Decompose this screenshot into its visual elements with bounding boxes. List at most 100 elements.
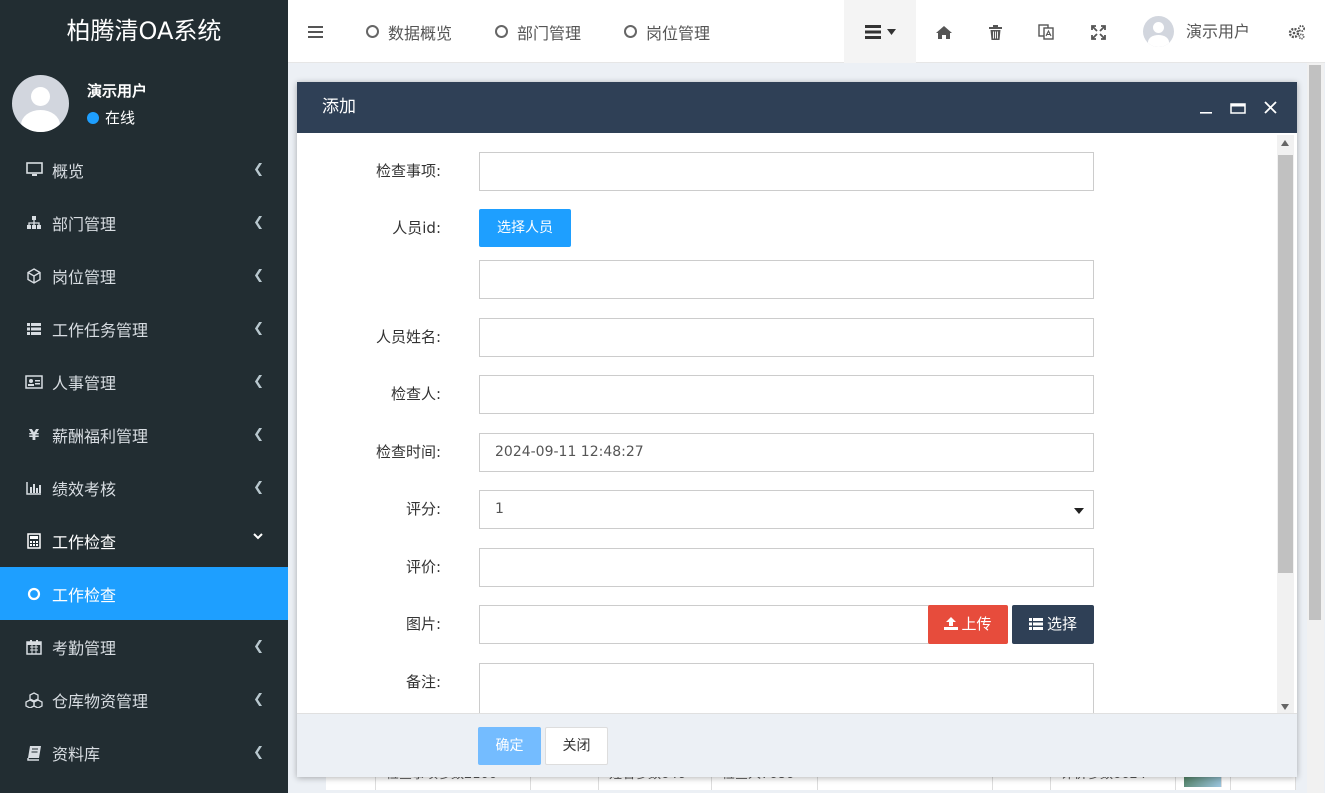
maximize-button[interactable] xyxy=(1229,99,1247,117)
user-name: 演示用户 xyxy=(87,82,148,100)
chevron-left-icon: ❮ xyxy=(253,215,264,230)
upload-label: 上传 xyxy=(961,615,992,633)
confirm-button[interactable]: 确定 xyxy=(478,727,541,765)
sidebar-item-work-check[interactable]: 工作检查 xyxy=(0,567,288,620)
menu-toggle-button[interactable] xyxy=(308,0,323,63)
sidebar-item-work-task[interactable]: 工作任务管理 ❮ xyxy=(0,302,288,355)
tab-data-overview[interactable]: 数据概览 xyxy=(366,0,452,63)
chevron-left-icon: ❮ xyxy=(253,374,264,389)
home-button[interactable] xyxy=(934,22,954,42)
circle-icon xyxy=(495,25,508,38)
sidebar-menu: 概览 ❮ 部门管理 ❮ 岗位管理 ❮ 工作任务管理 ❮ 人事管理 ❮ ¥ 薪酬福… xyxy=(0,143,288,779)
chevron-left-icon: ❮ xyxy=(253,480,264,495)
fullscreen-button[interactable] xyxy=(1088,22,1108,42)
sidebar-item-library[interactable]: 资料库 ❮ xyxy=(0,726,288,779)
yen-icon: ¥ xyxy=(28,425,40,444)
dialog-body: 检查事项: 人员id: 选择人员 人员姓名: 检查人: 检查时间: 2024-0… xyxy=(297,133,1297,713)
online-dot-icon xyxy=(87,111,99,124)
settings-button[interactable] xyxy=(1287,22,1307,42)
checker-label: 检查人: xyxy=(390,385,441,403)
circle-icon xyxy=(624,25,637,38)
image-label: 图片: xyxy=(405,615,441,633)
sitemap-icon xyxy=(25,214,43,232)
person-id-input[interactable] xyxy=(479,260,1094,299)
circle-icon xyxy=(366,25,379,38)
topbar-user-avatar[interactable] xyxy=(1143,16,1174,47)
chevron-left-icon: ❮ xyxy=(253,745,264,760)
remark-label: 备注: xyxy=(405,673,441,691)
sidebar-item-position[interactable]: 岗位管理 ❮ xyxy=(0,249,288,302)
sidebar-item-work-check-group[interactable]: 工作检查 xyxy=(0,514,288,567)
sidebar-item-label: 工作任务管理 xyxy=(52,320,149,340)
user-status: 在线 xyxy=(87,107,135,128)
sidebar-item-label: 仓库物资管理 xyxy=(52,691,149,711)
sidebar-item-department[interactable]: 部门管理 ❮ xyxy=(0,196,288,249)
check-item-input[interactable] xyxy=(479,152,1094,191)
expand-icon xyxy=(1090,24,1106,40)
dialog-header[interactable]: 添加 xyxy=(297,82,1297,133)
app-logo-title: 柏腾清OA系统 xyxy=(0,0,288,63)
sidebar-item-label: 概览 xyxy=(52,161,85,181)
image-input[interactable] xyxy=(479,605,931,644)
close-button[interactable] xyxy=(1261,99,1279,117)
chevron-left-icon: ❮ xyxy=(253,268,264,283)
clear-cache-button[interactable] xyxy=(985,22,1005,42)
sidebar-item-performance[interactable]: 绩效考核 ❮ xyxy=(0,461,288,514)
chevron-left-icon: ❮ xyxy=(253,321,264,336)
sidebar-item-warehouse[interactable]: 仓库物资管理 ❮ xyxy=(0,673,288,726)
sidebar-item-overview[interactable]: 概览 ❮ xyxy=(0,143,288,196)
evaluation-input[interactable] xyxy=(479,548,1094,587)
upload-icon xyxy=(944,617,959,630)
bar-chart-icon xyxy=(25,479,43,497)
person-id-label: 人员id: xyxy=(392,219,441,237)
score-select[interactable]: 1 xyxy=(479,490,1094,529)
check-time-input[interactable]: 2024-09-11 12:48:27 xyxy=(479,433,1094,472)
tab-label: 岗位管理 xyxy=(646,23,711,43)
checker-input[interactable] xyxy=(479,375,1094,414)
scroll-up-icon[interactable] xyxy=(1281,140,1289,146)
minimize-button[interactable] xyxy=(1197,99,1215,117)
tab-position[interactable]: 岗位管理 xyxy=(624,0,710,63)
tab-department[interactable]: 部门管理 xyxy=(495,0,581,63)
dialog-title: 添加 xyxy=(322,97,356,117)
select-person-button[interactable]: 选择人员 xyxy=(479,209,571,247)
scroll-down-icon[interactable] xyxy=(1281,704,1289,710)
sidebar-item-salary[interactable]: ¥ 薪酬福利管理 ❮ xyxy=(0,408,288,461)
gears-icon xyxy=(1288,24,1306,40)
chevron-left-icon: ❮ xyxy=(253,427,264,442)
person-name-input[interactable] xyxy=(479,318,1094,357)
monitor-icon xyxy=(25,161,43,179)
list-icon xyxy=(25,320,43,338)
remark-textarea[interactable] xyxy=(479,663,1094,713)
language-button[interactable] xyxy=(1036,22,1056,42)
choose-button[interactable]: 选择 xyxy=(1012,605,1094,644)
sidebar-item-label: 部门管理 xyxy=(52,214,117,234)
dialog-scrollbar-thumb[interactable] xyxy=(1278,155,1293,573)
page-scrollbar[interactable] xyxy=(1307,63,1324,793)
topbar-user-name[interactable]: 演示用户 xyxy=(1186,0,1250,63)
user-avatar xyxy=(12,75,69,132)
circle-icon xyxy=(25,585,43,603)
sidebar-item-attendance[interactable]: 考勤管理 ❮ xyxy=(0,620,288,673)
upload-button[interactable]: 上传 xyxy=(928,605,1008,644)
tab-label: 数据概览 xyxy=(388,23,453,43)
person-name-label: 人员姓名: xyxy=(375,328,441,346)
tab-label: 部门管理 xyxy=(517,23,582,43)
user-status-text: 在线 xyxy=(105,109,136,127)
list-icon xyxy=(1028,618,1043,630)
id-card-icon xyxy=(25,373,43,391)
sidebar-item-label: 工作检查 xyxy=(52,585,117,605)
tabs-dropdown-button[interactable] xyxy=(844,0,916,63)
list-icon xyxy=(864,24,882,39)
sidebar-item-label: 绩效考核 xyxy=(52,479,117,499)
page-scrollbar-thumb[interactable] xyxy=(1309,65,1321,620)
sidebar-item-hr[interactable]: 人事管理 ❮ xyxy=(0,355,288,408)
home-icon xyxy=(935,25,953,40)
close-dialog-button[interactable]: 关闭 xyxy=(545,727,608,765)
dialog-scrollbar[interactable] xyxy=(1277,135,1294,715)
close-icon xyxy=(1263,101,1277,114)
sidebar-item-label: 人事管理 xyxy=(52,373,117,393)
cubes-icon xyxy=(25,691,43,709)
caret-down-icon xyxy=(886,28,896,35)
sidebar-item-label: 薪酬福利管理 xyxy=(52,426,149,446)
